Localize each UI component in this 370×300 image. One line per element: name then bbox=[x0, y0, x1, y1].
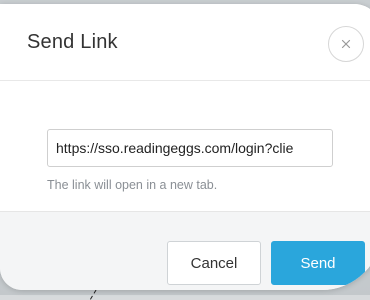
close-button[interactable] bbox=[328, 26, 364, 62]
help-text: The link will open in a new tab. bbox=[47, 178, 218, 192]
dialog-footer: Cancel Send bbox=[0, 211, 370, 290]
send-button[interactable]: Send bbox=[271, 241, 365, 285]
link-input[interactable] bbox=[47, 129, 333, 167]
dialog-header: Send Link bbox=[0, 4, 370, 81]
cancel-button[interactable]: Cancel bbox=[167, 241, 261, 285]
close-icon bbox=[341, 39, 351, 49]
dialog-body: The link will open in a new tab. bbox=[0, 81, 370, 211]
dialog-title: Send Link bbox=[27, 31, 118, 53]
send-link-dialog: Send Link The link will open in a new ta… bbox=[0, 4, 370, 290]
